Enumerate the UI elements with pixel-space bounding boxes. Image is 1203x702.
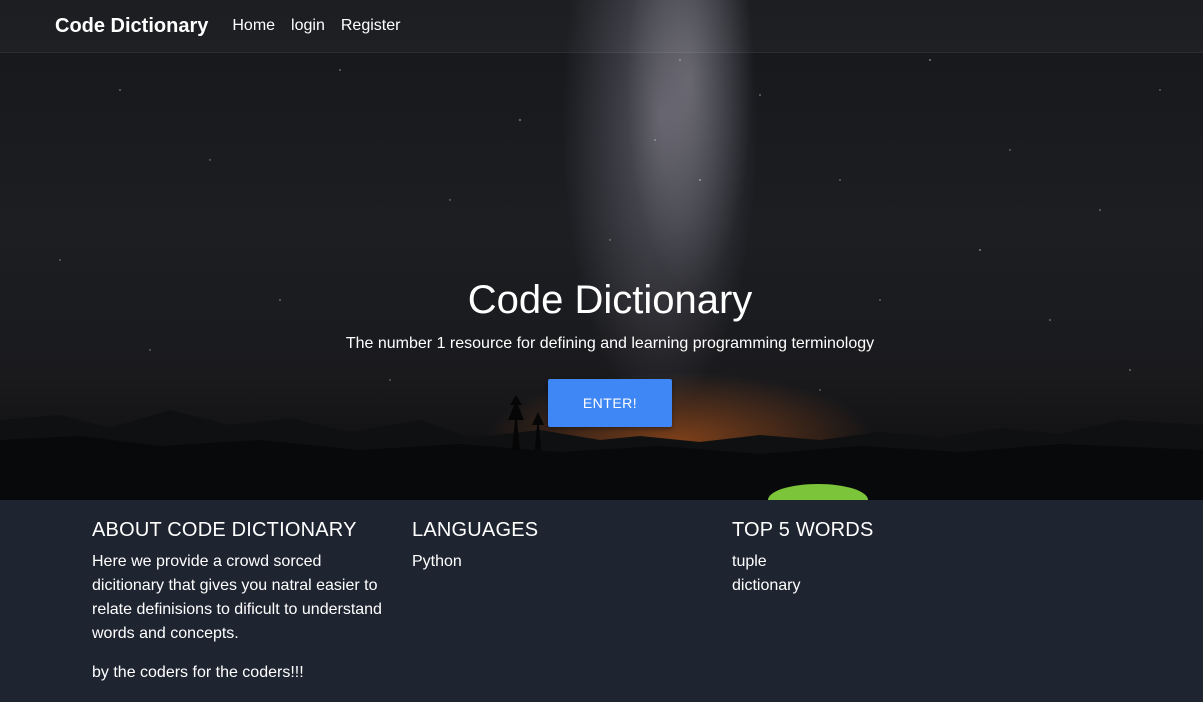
- languages-column: LANGUAGES Python: [412, 519, 712, 574]
- language-item-python[interactable]: Python: [412, 550, 712, 574]
- hero-subtitle: The number 1 resource for defining and l…: [345, 335, 875, 352]
- about-text: Here we provide a crowd sorced dicitiona…: [92, 553, 382, 642]
- languages-heading: LANGUAGES: [412, 519, 539, 541]
- top-words-column: TOP 5 WORDS tuple dictionary: [732, 519, 1032, 598]
- navbar: Code Dictionary Home login Register: [0, 0, 1203, 53]
- nav-link-home[interactable]: Home: [232, 17, 275, 35]
- top-word-item-dictionary[interactable]: dictionary: [732, 574, 1032, 598]
- nav-links: Home login Register: [232, 17, 416, 35]
- enter-button[interactable]: ENTER!: [548, 379, 672, 427]
- hero-section: Code Dictionary Home login Register Code…: [0, 0, 1203, 500]
- top-word-item-tuple[interactable]: tuple: [732, 550, 1032, 574]
- about-heading: ABOUT CODE DICTIONARY: [92, 519, 357, 541]
- nav-link-register[interactable]: Register: [341, 17, 401, 35]
- brand-link[interactable]: Code Dictionary: [55, 15, 208, 38]
- about-column: ABOUT CODE DICTIONARY Here we provide a …: [92, 519, 392, 685]
- hero-title: Code Dictionary: [467, 278, 753, 322]
- about-tagline: by the coders for the coders!!!: [92, 664, 304, 681]
- footer: ABOUT CODE DICTIONARY Here we provide a …: [0, 500, 1203, 702]
- nav-link-login[interactable]: login: [291, 17, 325, 35]
- top-words-heading: TOP 5 WORDS: [732, 519, 874, 541]
